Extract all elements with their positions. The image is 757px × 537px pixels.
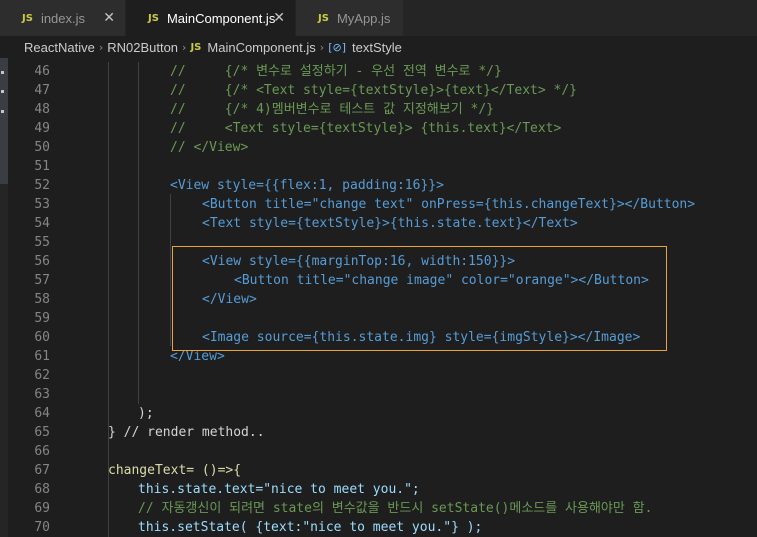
chevron-right-icon: ›: [98, 40, 104, 54]
js-file-icon: JS: [148, 12, 159, 24]
line-number: 69: [34, 501, 50, 516]
line-number: 65: [34, 425, 50, 440]
tab-label: MyApp.js: [336, 10, 391, 26]
line-number: 61: [34, 349, 50, 364]
line-number: 54: [34, 216, 50, 231]
line-number: 55: [34, 235, 50, 250]
line-number: 67: [34, 463, 50, 478]
line-number: 66: [34, 444, 50, 459]
chevron-right-icon: ›: [182, 40, 187, 54]
editor-tab-bar: JS index.js ✕ JS MainComponent.js ✕ JS M…: [0, 0, 757, 36]
line-number: 57: [34, 273, 50, 288]
selection-highlight-box: [172, 246, 667, 351]
breadcrumb-item-file[interactable]: MainComponent.js: [207, 40, 315, 55]
line-number: 59: [34, 311, 50, 326]
code-line[interactable]: <View style={{flex:1, padding:16}}>: [170, 176, 444, 195]
line-number: 58: [34, 292, 50, 307]
breadcrumb-item-rn02button[interactable]: RN02Button: [107, 40, 178, 55]
code-line[interactable]: // <Text style={textStyle}> {this.text}<…: [170, 119, 561, 138]
line-number: 48: [34, 102, 50, 117]
line-number: 53: [34, 197, 50, 212]
line-number: 51: [34, 159, 50, 174]
tab-index-js[interactable]: JS index.js ✕: [0, 0, 126, 36]
code-line[interactable]: } // render method..: [108, 423, 265, 442]
code-line[interactable]: // {/* <Text style={textStyle}>{text}</T…: [170, 81, 577, 100]
code-line[interactable]: <Text style={textStyle}>{this.state.text…: [202, 214, 578, 233]
code-line[interactable]: // {/* 4)멤버변수로 테스트 값 지정해보기 */}: [170, 100, 494, 119]
tab-myapp-js[interactable]: JS MyApp.js: [296, 0, 404, 36]
code-line[interactable]: <Button title="change text" onPress={thi…: [202, 195, 695, 214]
close-icon[interactable]: ✕: [103, 10, 115, 26]
js-file-icon: JS: [22, 12, 33, 24]
line-number: 50: [34, 140, 50, 155]
line-number: 64: [34, 406, 50, 421]
line-number: 68: [34, 482, 50, 497]
line-number: 63: [34, 387, 50, 402]
line-number: 62: [34, 368, 50, 383]
code-line[interactable]: // 자동갱신이 되려면 state의 변수값을 반드시 setState()메…: [138, 499, 652, 518]
breadcrumb-item-reactnative[interactable]: ReactNative: [24, 40, 95, 55]
breadcrumb: ReactNative › RN02Button › JS MainCompon…: [0, 36, 757, 58]
js-file-icon: JS: [190, 41, 202, 53]
tab-label: MainComponent.js: [166, 10, 276, 26]
close-icon[interactable]: ✕: [273, 10, 285, 26]
js-file-icon: JS: [318, 12, 329, 24]
code-line[interactable]: // </View>: [170, 138, 248, 157]
line-number: 46: [34, 64, 50, 79]
tab-label: index.js: [40, 10, 86, 26]
line-number: 60: [34, 330, 50, 345]
chevron-right-icon: ›: [319, 40, 325, 54]
line-number: 49: [34, 121, 50, 136]
breadcrumb-item-symbol[interactable]: textStyle: [352, 40, 402, 55]
code-line[interactable]: // {/* 변수로 설정하기 - 우선 전역 변수로 */}: [170, 62, 502, 81]
code-line[interactable]: this.setState( {text:"nice to meet you."…: [138, 518, 482, 537]
variable-symbol-icon: [⊘]: [328, 40, 346, 54]
code-line[interactable]: this.state.text="nice to meet you.";: [138, 480, 420, 499]
code-line[interactable]: );: [138, 404, 154, 423]
line-number: 47: [34, 83, 50, 98]
code-line[interactable]: changeText= ()=>{: [108, 461, 241, 480]
line-number: 52: [34, 178, 50, 193]
line-number: 70: [34, 520, 50, 535]
line-number: 56: [34, 254, 50, 269]
tab-maincomponent-js[interactable]: JS MainComponent.js ✕: [126, 0, 296, 36]
